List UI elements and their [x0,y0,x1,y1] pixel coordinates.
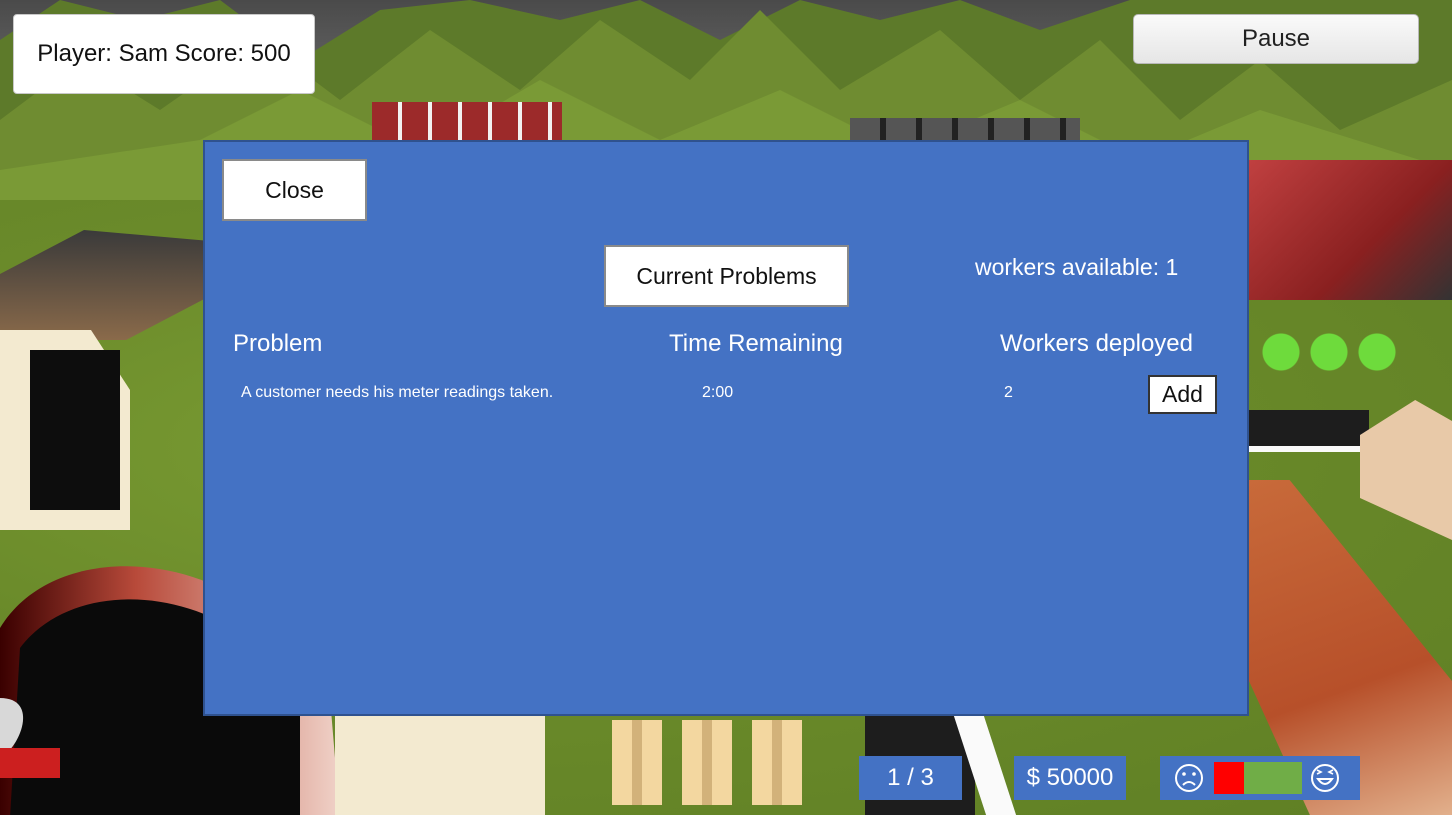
panel-title: Current Problems [604,245,849,307]
add-worker-button[interactable]: Add [1148,375,1217,414]
close-button[interactable]: Close [222,159,367,221]
road-curb-right [1249,446,1369,452]
column-header-time-remaining: Time Remaining [669,330,843,357]
player-score-text: Player: Sam Score: 500 [37,40,291,67]
happiness-meter [1160,756,1360,800]
happiness-bar-negative [1214,762,1244,794]
pause-button[interactable]: Pause [1133,14,1419,64]
column-header-problem: Problem [233,330,323,357]
post-3 [752,720,802,805]
laughing-face-icon [1311,764,1339,792]
happiness-bar-positive [1244,762,1302,794]
trees-right [1249,320,1409,400]
red-house-row [372,102,562,142]
money-display: $ 50000 [1014,756,1126,800]
problems-panel: Close Current Problems workers available… [203,140,1249,716]
panel-title-text: Current Problems [636,262,817,289]
page-indicator-text: 1 / 3 [887,764,934,791]
time-remaining-value: 2:00 [702,384,734,401]
road-right [1249,410,1369,446]
dark-wall-left [30,350,120,510]
sad-face-icon [1175,764,1203,792]
add-worker-button-label: Add [1162,381,1203,407]
post-2 [682,720,732,805]
page-indicator: 1 / 3 [859,756,962,800]
post-1 [612,720,662,805]
money-text: $ 50000 [1026,764,1114,791]
problem-description: A customer needs his meter readings take… [241,384,554,401]
cream-block-bottom [335,716,545,815]
red-house-block-right [1249,160,1452,300]
pause-button-label: Pause [1241,25,1311,52]
player-score-display: Player: Sam Score: 500 [13,14,315,94]
dark-house-row [850,118,1080,142]
column-header-workers-deployed: Workers deployed [1000,330,1193,357]
workers-deployed-value: 2 [1004,384,1013,401]
workers-available: workers available: 1 [975,254,1179,280]
close-button-label: Close [265,176,324,203]
